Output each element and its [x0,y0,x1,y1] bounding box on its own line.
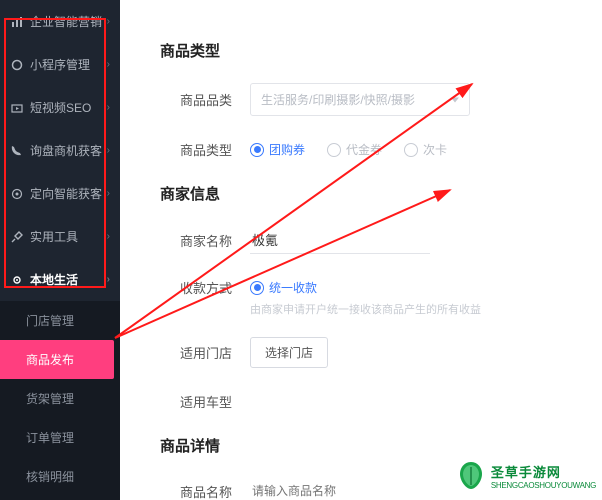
button-select-store[interactable]: 选择门店 [250,337,328,368]
sidebar-sub-item-3[interactable]: 订单管理 [0,418,120,457]
sidebar-sub-item-2[interactable]: 货架管理 [0,379,120,418]
chevron-right-icon: › [107,231,110,242]
chevron-right-icon: › [107,16,110,27]
sidebar-item-label: 小程序管理 [30,56,107,73]
label-car-type: 适用车型 [160,392,232,411]
sidebar-item-2[interactable]: 短视频SEO› [0,86,120,129]
chevron-right-icon: › [107,102,110,113]
radio-dot-icon [404,143,418,157]
sidebar-item-label: 实用工具 [30,228,107,245]
section-title-product-type: 商品类型 [160,40,582,61]
sidebar-sub-item-1[interactable]: 商品发布 [0,340,114,379]
chevron-right-icon: › [107,59,110,70]
tool-icon [10,230,24,244]
chart-bar-icon [10,15,24,29]
row-merchant-name: 商家名称 [160,226,582,254]
label-store: 适用门店 [160,343,232,362]
sidebar-item-label: 定向智能获客 [30,185,107,202]
chevron-right-icon: › [107,188,110,199]
pay-method-option-0[interactable]: 统一收款 [250,279,317,296]
radio-dot-icon [327,143,341,157]
radio-label: 统一收款 [269,279,317,296]
input-merchant-name[interactable] [250,226,430,254]
sidebar-item-4[interactable]: 定向智能获客› [0,172,120,215]
sidebar-item-3[interactable]: 询盘商机获客› [0,129,120,172]
radio-label: 代金券 [346,141,382,158]
sidebar-item-label: 企业智能营销 [30,13,107,30]
select-category[interactable]: 生活服务/印刷摄影/快照/摄影 [250,83,470,116]
row-pay-method: 收款方式 统一收款 [160,278,582,297]
target-icon [10,187,24,201]
product-type-option-2[interactable]: 次卡 [404,141,447,158]
main-content: 商品类型 商品品类 生活服务/印刷摄影/快照/摄影 商品类型 团购券代金券次卡 … [120,0,602,500]
sidebar-submenu: 门店管理商品发布货架管理订单管理核销明细退款管理 [0,301,120,500]
label-product-name: 商品名称 [160,482,232,500]
sidebar-item-label: 短视频SEO [30,99,107,116]
sidebar-item-label: 询盘商机获客 [30,142,107,159]
radio-label: 团购券 [269,141,305,158]
sidebar-sub-item-0[interactable]: 门店管理 [0,301,120,340]
product-type-option-0[interactable]: 团购券 [250,141,305,158]
row-store: 适用门店 选择门店 [160,337,582,368]
watermark-url: SHENGCAOSHOUYOUWANG [491,481,596,490]
label-pay-method: 收款方式 [160,278,232,297]
row-car-type: 适用车型 [160,392,582,411]
radio-dot-icon [250,281,264,295]
phone-icon [10,144,24,158]
gear-open-icon [10,273,24,287]
watermark-text: 圣草手游网 [491,462,596,481]
hint-pay-method: 由商家申请开户统一接收该商品产生的所有收益 [250,301,582,317]
chevron-right-icon: › [107,145,110,156]
sidebar-item-1[interactable]: 小程序管理› [0,43,120,86]
product-type-option-1[interactable]: 代金券 [327,141,382,158]
sidebar-item-0[interactable]: 企业智能营销› [0,0,120,43]
row-type: 商品类型 团购券 代金券 次卡 [160,140,582,159]
section-title-product-detail: 商品详情 [160,435,582,456]
row-category: 商品品类 生活服务/印刷摄影/快照/摄影 [160,83,582,116]
label-type: 商品类型 [160,140,232,159]
chevron-right-icon: › [107,274,110,285]
radio-label: 次卡 [423,141,447,158]
label-merchant-name: 商家名称 [160,231,232,250]
sidebar-item-label: 本地生活 [30,271,107,288]
input-product-name[interactable] [250,478,410,500]
radio-dot-icon [250,143,264,157]
sidebar-item-6[interactable]: 本地生活› [0,258,120,301]
sidebar-sub-item-4[interactable]: 核销明细 [0,457,120,496]
sidebar-item-5[interactable]: 实用工具› [0,215,120,258]
circle-icon [10,58,24,72]
label-category: 商品品类 [160,90,232,109]
section-title-merchant: 商家信息 [160,183,582,204]
watermark-logo-icon [453,458,489,494]
video-icon [10,101,24,115]
sidebar: 企业智能营销›小程序管理›短视频SEO›询盘商机获客›定向智能获客›实用工具›本… [0,0,120,500]
sidebar-sub-item-5[interactable]: 退款管理 [0,496,120,500]
watermark: 圣草手游网 SHENGCAOSHOUYOUWANG [453,458,596,494]
